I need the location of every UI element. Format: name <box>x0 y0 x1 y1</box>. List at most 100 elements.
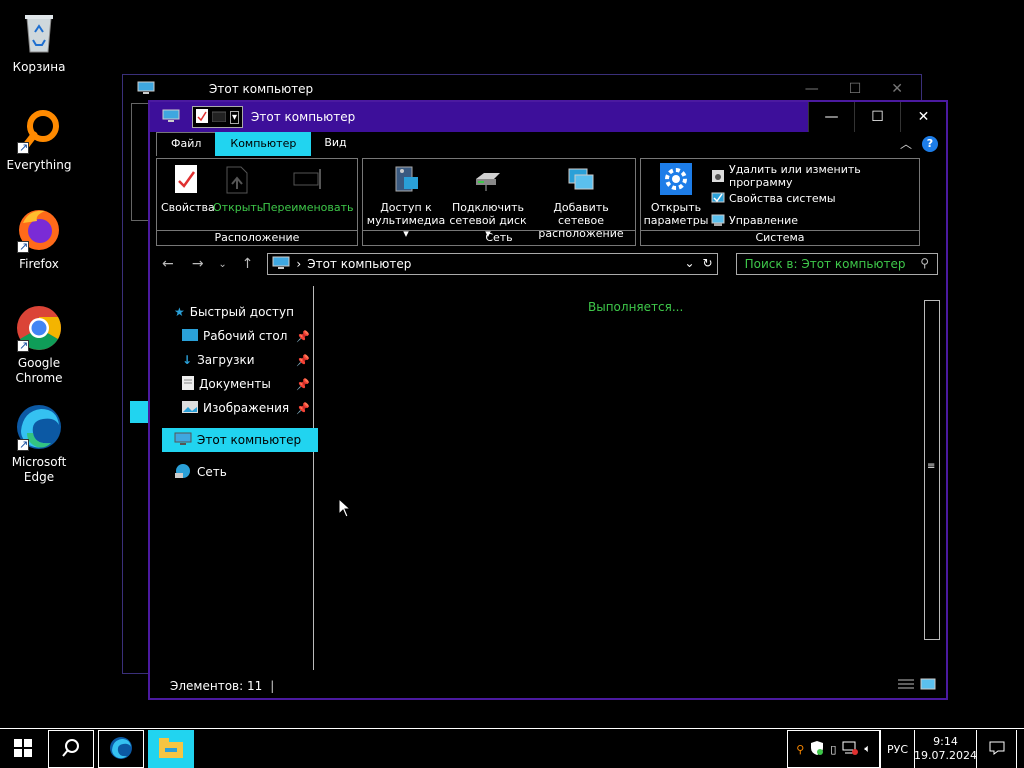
new-folder-icon[interactable] <box>211 110 227 125</box>
desktop-icon-everything[interactable]: Everything <box>4 106 74 173</box>
start-button[interactable] <box>0 730 46 768</box>
nav-item-this-pc[interactable]: Этот компьютер <box>174 428 310 452</box>
navigation-pane[interactable]: ★ Быстрый доступ Рабочий стол 📌 ↓ Загруз… <box>156 286 318 670</box>
navigation-bar: ← → ⌄ ↑ › Этот компьютер ⌄ ↻ Поиск в: Эт… <box>150 246 946 282</box>
computer-icon <box>272 256 290 273</box>
maximize-icon[interactable]: ☐ <box>849 81 862 97</box>
open-icon <box>221 163 253 195</box>
minimize-icon[interactable]: — <box>805 81 819 97</box>
star-icon: ★ <box>174 305 185 319</box>
taskbar-explorer-button[interactable] <box>148 730 194 768</box>
system-properties-button[interactable]: Свойства системы <box>711 187 919 209</box>
vertical-scrollbar[interactable]: ≡ <box>924 300 940 640</box>
download-arrow-icon: ↓ <box>182 353 193 367</box>
computer-management-icon <box>711 213 725 227</box>
item-count: Элементов: 11 <box>170 679 263 693</box>
clock[interactable]: 9:14 19.07.2024 <box>914 730 977 768</box>
pictures-icon <box>182 400 198 416</box>
breadcrumb-separator-icon[interactable]: › <box>296 257 301 271</box>
address-bar[interactable]: › Этот компьютер ⌄ ↻ <box>267 253 718 275</box>
everything-tray-icon[interactable]: ⚲ <box>796 743 804 756</box>
notification-center-button[interactable] <box>976 730 1016 768</box>
content-area: ★ Быстрый доступ Рабочий стол 📌 ↓ Загруз… <box>150 286 946 676</box>
network-status-icon[interactable] <box>842 741 859 758</box>
security-shield-icon[interactable] <box>810 740 824 759</box>
notification-icon <box>989 741 1005 758</box>
nav-quick-access[interactable]: ★ Быстрый доступ <box>174 300 304 324</box>
open-settings-button[interactable]: Открыть параметры <box>643 163 709 227</box>
nav-item-desktop[interactable]: Рабочий стол 📌 <box>182 324 310 348</box>
quick-access-toolbar[interactable]: ▾ <box>192 106 244 128</box>
up-arrow-icon[interactable]: ↑ <box>238 256 258 272</box>
tab-file[interactable]: Файл <box>156 132 217 156</box>
show-desktop-button[interactable] <box>1016 730 1024 768</box>
nav-item-documents[interactable]: Документы 📌 <box>182 372 310 396</box>
tab-computer[interactable]: Компьютер <box>215 132 312 156</box>
ribbon-group-label: Система <box>641 230 919 245</box>
recent-locations-icon[interactable]: ⌄ <box>218 259 228 270</box>
minimize-button[interactable]: — <box>808 102 854 132</box>
breadcrumb[interactable]: Этот компьютер <box>307 257 411 271</box>
volume-muted-icon[interactable]: 🔈︎ <box>864 742 871 756</box>
desktop-icon-label: Microsoft Edge <box>11 455 67 484</box>
rename-button[interactable]: Переименовать <box>261 163 355 214</box>
manage-button[interactable]: Управление <box>711 209 919 231</box>
edge-icon <box>15 403 63 452</box>
edge-icon <box>109 736 133 763</box>
scrollbar-grip-icon[interactable]: ≡ <box>927 462 937 475</box>
desktop-icon-label: Google Chrome <box>15 356 63 385</box>
desktop-folder-icon <box>182 328 198 344</box>
pin-icon[interactable]: 📌 <box>296 354 310 367</box>
map-network-drive-button[interactable]: Подключить сетевой диск ▾ <box>449 163 527 240</box>
media-access-button[interactable]: Доступ к мультимедиа ▾ <box>365 163 447 240</box>
computer-icon <box>174 432 192 449</box>
pin-icon[interactable]: 📌 <box>296 402 310 415</box>
desktop-icon-firefox[interactable]: Firefox <box>4 205 74 272</box>
network-drive-icon <box>472 163 504 195</box>
search-input[interactable]: Поиск в: Этот компьютер ⚲ <box>735 253 938 275</box>
large-icons-view-icon[interactable] <box>920 678 936 693</box>
search-button[interactable] <box>48 730 94 768</box>
add-network-location-button[interactable]: Добавить сетевое расположение <box>529 163 633 240</box>
close-icon[interactable]: ✕ <box>891 81 903 97</box>
forward-arrow-icon[interactable]: → <box>188 256 208 272</box>
desktop-icon-edge[interactable]: Microsoft Edge <box>4 403 74 485</box>
refresh-icon[interactable]: ↻ <box>703 256 713 270</box>
uninstall-program-button[interactable]: Удалить или изменить программу <box>711 163 919 189</box>
window-titlebar[interactable]: ▾ Этот компьютер — ☐ ✕ <box>150 102 946 132</box>
network-icon <box>174 463 192 482</box>
open-button[interactable]: Открыть <box>213 163 263 214</box>
ribbon: Свойства Открыть Переименовать Расположе… <box>150 156 946 246</box>
background-window-controls[interactable]: — ☐ ✕ <box>805 81 903 97</box>
ribbon-group-label: Сеть <box>363 230 635 245</box>
address-dropdown-icon[interactable]: ⌄ <box>684 256 694 270</box>
mouse-cursor-icon <box>338 497 352 521</box>
nav-item-pictures[interactable]: Изображения 📌 <box>182 396 310 420</box>
taskbar-edge-button[interactable] <box>98 730 144 768</box>
document-icon <box>182 375 194 393</box>
desktop-icon-label: Everything <box>6 158 72 172</box>
explorer-window[interactable]: ▾ Этот компьютер — ☐ ✕ Файл Компьютер Ви… <box>148 100 948 700</box>
desktop-icon-recycle-bin[interactable]: Корзина <box>4 8 74 75</box>
system-commands-list: Удалить или изменить программу Свойства … <box>711 163 919 231</box>
everything-search-icon <box>15 106 63 155</box>
close-button[interactable]: ✕ <box>900 102 946 132</box>
usb-device-icon[interactable]: ▯ <box>830 743 836 756</box>
qat-dropdown-icon[interactable]: ▾ <box>230 110 240 124</box>
desktop-icon-chrome[interactable]: Google Chrome <box>4 304 74 386</box>
nav-item-downloads[interactable]: ↓ Загрузки 📌 <box>182 348 310 372</box>
pin-icon[interactable]: 📌 <box>296 378 310 391</box>
properties-icon[interactable] <box>196 108 208 126</box>
properties-button[interactable]: Свойства <box>161 163 215 214</box>
details-view-icon[interactable] <box>898 678 914 693</box>
window-controls[interactable]: — ☐ ✕ <box>808 102 946 132</box>
language-indicator[interactable]: РУС <box>880 730 914 768</box>
pin-icon[interactable]: 📌 <box>296 330 310 343</box>
background-window-titlebar[interactable]: Этот компьютер <box>123 75 921 103</box>
back-arrow-icon[interactable]: ← <box>158 256 178 272</box>
nav-item-network[interactable]: Сеть <box>174 460 304 484</box>
help-icon[interactable]: ? <box>922 135 938 152</box>
tab-view[interactable]: Вид <box>310 132 360 156</box>
maximize-button[interactable]: ☐ <box>854 102 900 132</box>
collapse-ribbon-icon[interactable]: ︿ <box>900 135 912 152</box>
